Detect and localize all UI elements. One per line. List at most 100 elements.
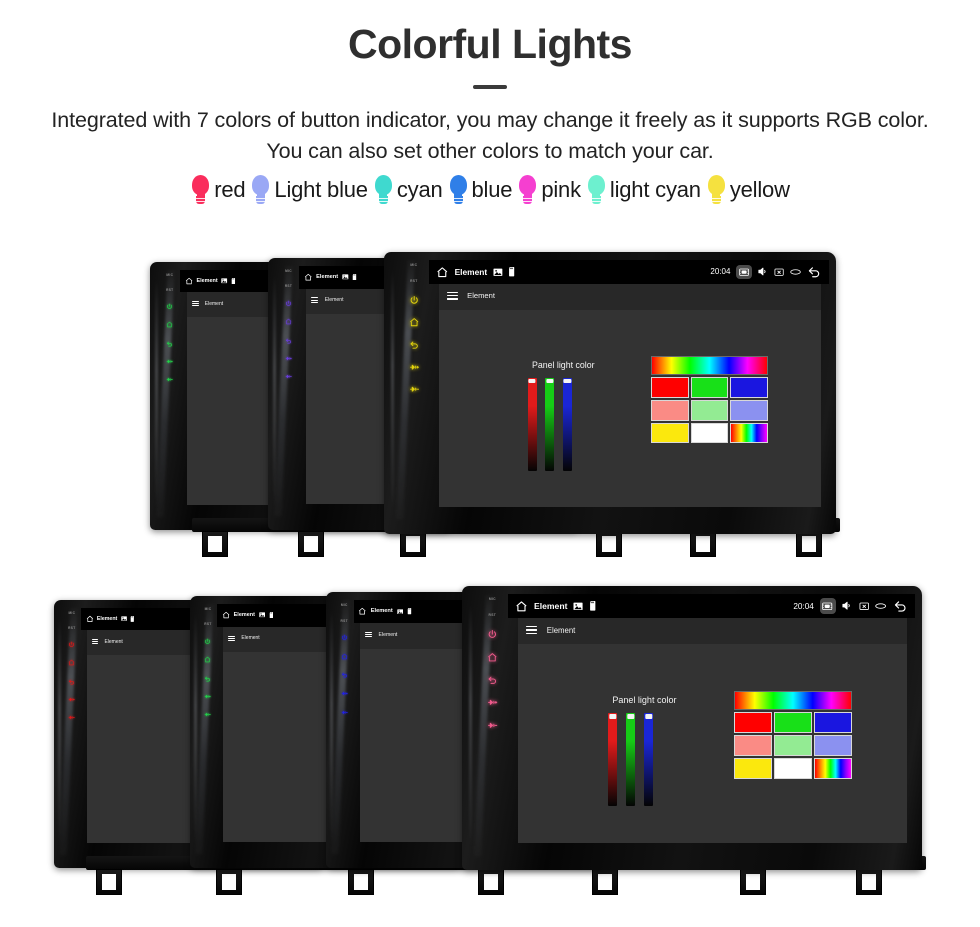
back-icon[interactable] bbox=[341, 671, 348, 678]
color-swatch[interactable] bbox=[774, 734, 813, 756]
color-swatch[interactable] bbox=[733, 757, 772, 779]
home-icon[interactable] bbox=[341, 653, 348, 660]
screenshot-icon[interactable] bbox=[819, 598, 836, 614]
back-icon[interactable] bbox=[285, 337, 292, 344]
red-slider[interactable] bbox=[608, 712, 618, 807]
color-swatch-grid[interactable] bbox=[733, 690, 853, 779]
green-slider-handle[interactable] bbox=[546, 379, 554, 384]
green-slider-handle[interactable] bbox=[627, 714, 635, 719]
hamburger-menu-icon[interactable] bbox=[228, 635, 236, 641]
green-slider[interactable] bbox=[545, 377, 555, 471]
color-swatch[interactable] bbox=[814, 734, 853, 756]
red-slider[interactable] bbox=[527, 377, 537, 471]
color-swatch-grid[interactable] bbox=[651, 356, 768, 444]
red-slider-handle[interactable] bbox=[528, 379, 536, 384]
home-icon[interactable] bbox=[166, 321, 173, 328]
volume-down-icon[interactable] bbox=[68, 714, 76, 721]
volume-down-icon[interactable] bbox=[409, 384, 419, 394]
volume-down-icon[interactable] bbox=[166, 376, 174, 383]
volume-down-icon[interactable] bbox=[204, 711, 212, 718]
back-icon[interactable] bbox=[68, 678, 75, 685]
back-icon[interactable] bbox=[204, 675, 211, 682]
hue-gradient-bar[interactable] bbox=[651, 356, 768, 375]
head-unit-pink[interactable]: MIC RST Element Panel light color Element 20:… bbox=[462, 586, 922, 870]
power-icon[interactable] bbox=[68, 641, 75, 648]
home-icon[interactable] bbox=[358, 607, 367, 616]
home-icon[interactable] bbox=[304, 273, 313, 282]
color-swatch[interactable] bbox=[774, 757, 813, 779]
screen-off-icon[interactable] bbox=[859, 602, 869, 611]
rgb-slider-group[interactable] bbox=[527, 377, 572, 471]
color-swatch[interactable] bbox=[814, 757, 853, 779]
power-icon[interactable] bbox=[487, 629, 498, 640]
color-swatch[interactable] bbox=[733, 711, 772, 733]
color-swatch[interactable] bbox=[730, 422, 768, 444]
home-icon[interactable] bbox=[204, 656, 211, 663]
blue-slider[interactable] bbox=[644, 712, 654, 807]
green-slider[interactable] bbox=[626, 712, 636, 807]
ellipse-icon[interactable] bbox=[790, 269, 801, 275]
volume-up-icon[interactable] bbox=[487, 697, 498, 708]
color-swatch[interactable] bbox=[730, 399, 768, 421]
color-swatch[interactable] bbox=[814, 711, 853, 733]
power-icon[interactable] bbox=[409, 295, 419, 305]
ellipse-icon[interactable] bbox=[875, 603, 886, 609]
color-swatch[interactable] bbox=[690, 422, 729, 444]
color-swatch[interactable] bbox=[730, 377, 768, 398]
volume-up-icon[interactable] bbox=[341, 690, 348, 697]
back-arrow-icon[interactable] bbox=[806, 265, 822, 278]
volume-down-icon[interactable] bbox=[285, 373, 292, 380]
volume-up-icon[interactable] bbox=[409, 362, 419, 372]
back-icon[interactable] bbox=[166, 340, 173, 347]
blue-slider-handle[interactable] bbox=[645, 714, 653, 719]
home-icon[interactable] bbox=[409, 317, 419, 327]
power-icon[interactable] bbox=[341, 634, 348, 641]
volume-down-icon[interactable] bbox=[487, 720, 498, 731]
volume-up-icon[interactable] bbox=[68, 696, 76, 703]
color-swatch[interactable] bbox=[651, 377, 689, 398]
home-icon[interactable] bbox=[515, 600, 528, 613]
home-icon[interactable] bbox=[185, 277, 193, 285]
hue-gradient-bar[interactable] bbox=[733, 690, 853, 710]
color-swatch[interactable] bbox=[733, 734, 772, 756]
back-icon[interactable] bbox=[409, 339, 419, 350]
home-icon[interactable] bbox=[285, 318, 292, 325]
color-swatch[interactable] bbox=[690, 399, 729, 421]
volume-up-icon[interactable] bbox=[166, 358, 174, 365]
mute-icon[interactable] bbox=[841, 600, 852, 611]
screenshot-icon[interactable] bbox=[736, 264, 752, 280]
device-screen[interactable]: Element Panel light color bbox=[439, 281, 822, 508]
blue-slider-handle[interactable] bbox=[563, 379, 571, 384]
home-icon[interactable] bbox=[86, 615, 94, 623]
power-icon[interactable] bbox=[285, 300, 292, 307]
red-slider-handle[interactable] bbox=[609, 714, 617, 719]
hamburger-menu-icon[interactable] bbox=[91, 639, 99, 645]
back-arrow-icon[interactable] bbox=[892, 599, 908, 613]
panel-light-color-label: Panel light color bbox=[531, 360, 595, 371]
color-swatch[interactable] bbox=[651, 422, 689, 444]
hamburger-menu-icon[interactable] bbox=[311, 297, 319, 303]
hamburger-menu-icon[interactable] bbox=[365, 632, 373, 638]
head-unit-yellow[interactable]: MIC RST Element Panel light color Element 20:… bbox=[384, 252, 836, 534]
home-icon[interactable] bbox=[222, 611, 230, 619]
device-screen[interactable]: Element Panel light color bbox=[518, 615, 907, 843]
power-icon[interactable] bbox=[204, 638, 211, 645]
mute-icon[interactable] bbox=[757, 266, 768, 277]
hamburger-menu-icon[interactable] bbox=[526, 625, 537, 635]
hamburger-menu-icon[interactable] bbox=[447, 291, 458, 300]
rgb-slider-group[interactable] bbox=[608, 712, 654, 807]
volume-down-icon[interactable] bbox=[341, 709, 348, 716]
color-swatch[interactable] bbox=[651, 399, 689, 421]
home-icon[interactable] bbox=[487, 652, 498, 663]
blue-slider[interactable] bbox=[562, 377, 572, 471]
back-icon[interactable] bbox=[487, 674, 498, 685]
home-icon[interactable] bbox=[436, 266, 449, 279]
hamburger-menu-icon[interactable] bbox=[191, 300, 199, 307]
power-icon[interactable] bbox=[166, 303, 173, 310]
color-swatch[interactable] bbox=[690, 377, 729, 398]
volume-up-icon[interactable] bbox=[204, 693, 212, 700]
color-swatch[interactable] bbox=[774, 711, 813, 733]
home-icon[interactable] bbox=[68, 659, 75, 666]
volume-up-icon[interactable] bbox=[285, 355, 292, 362]
screen-off-icon[interactable] bbox=[774, 268, 784, 276]
